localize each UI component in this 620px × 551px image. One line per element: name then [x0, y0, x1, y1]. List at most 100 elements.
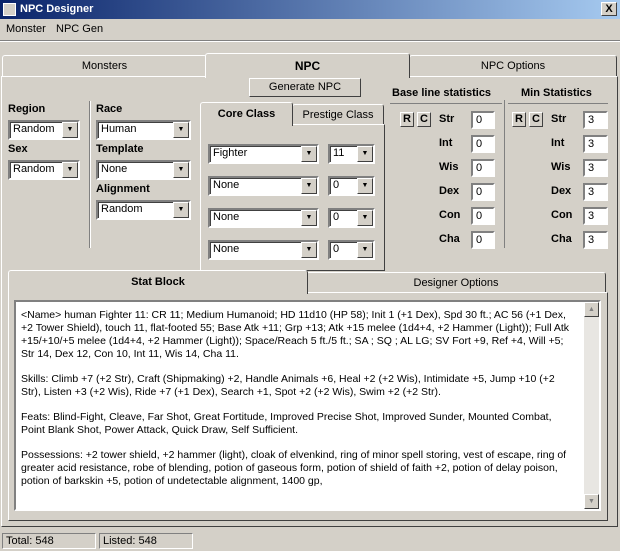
- stat-block-summary: <Name> human Fighter 11: CR 11; Medium H…: [21, 309, 570, 360]
- chevron-down-icon[interactable]: ▼: [173, 162, 189, 178]
- minstats-title: Min Statistics: [521, 87, 592, 99]
- template-value: None: [101, 163, 128, 175]
- baseline-dex-label: Dex: [439, 185, 460, 197]
- min-int-input[interactable]: 3: [583, 135, 608, 153]
- class-4-level[interactable]: 0 ▼: [328, 240, 375, 260]
- class-1-value: Fighter: [213, 147, 248, 159]
- baseline-random-button[interactable]: R: [400, 112, 414, 127]
- class-3-value: None: [213, 211, 240, 223]
- class-2-select[interactable]: None ▼: [208, 176, 319, 196]
- min-wis-input[interactable]: 3: [583, 159, 608, 177]
- menu-bar: Monster NPC Gen: [0, 19, 620, 39]
- menu-npc-gen[interactable]: NPC Gen: [56, 19, 103, 39]
- baseline-int-input[interactable]: 0: [471, 135, 495, 153]
- chevron-down-icon[interactable]: ▼: [357, 146, 373, 162]
- scroll-down-icon[interactable]: ▼: [584, 494, 599, 509]
- tab-stat-block[interactable]: Stat Block: [8, 270, 308, 294]
- divider: [504, 100, 505, 248]
- class-3-level[interactable]: 0 ▼: [328, 208, 375, 228]
- baseline-title: Base line statistics: [392, 87, 492, 99]
- close-button[interactable]: X: [601, 2, 617, 16]
- baseline-wis-input[interactable]: 0: [471, 159, 495, 177]
- class-4-value: None: [213, 243, 240, 255]
- sex-label: Sex: [8, 143, 28, 155]
- template-label: Template: [96, 143, 144, 155]
- stat-block-textarea[interactable]: <Name> human Fighter 11: CR 11; Medium H…: [14, 300, 601, 511]
- baseline-int-label: Int: [439, 137, 453, 149]
- window-title: NPC Designer: [20, 3, 94, 15]
- chevron-down-icon[interactable]: ▼: [62, 162, 78, 178]
- class-3-level-value: 0: [333, 211, 340, 223]
- title-bar: NPC Designer X: [0, 0, 620, 19]
- minstats-clear-button[interactable]: C: [529, 112, 543, 127]
- divider: [90, 101, 91, 248]
- baseline-con-label: Con: [439, 209, 461, 221]
- min-int-label: Int: [551, 137, 565, 149]
- class-1-level[interactable]: 11 ▼: [328, 144, 375, 164]
- min-con-input[interactable]: 3: [583, 207, 608, 225]
- min-con-label: Con: [551, 209, 573, 221]
- generate-npc-button[interactable]: Generate NPC: [249, 78, 361, 97]
- sex-value: Random: [13, 163, 55, 175]
- race-label: Race: [96, 103, 123, 115]
- tab-designer-options[interactable]: Designer Options: [306, 272, 606, 293]
- alignment-select[interactable]: Random ▼: [96, 200, 191, 220]
- baseline-wis-label: Wis: [439, 161, 459, 173]
- race-select[interactable]: Human ▼: [96, 120, 191, 140]
- baseline-dex-input[interactable]: 0: [471, 183, 495, 201]
- status-listed: Listed: 548: [99, 533, 193, 549]
- baseline-cha-label: Cha: [439, 233, 460, 245]
- region-label: Region: [8, 103, 46, 115]
- chevron-down-icon[interactable]: ▼: [173, 122, 189, 138]
- chevron-down-icon[interactable]: ▼: [301, 178, 317, 194]
- chevron-down-icon[interactable]: ▼: [357, 178, 373, 194]
- region-select[interactable]: Random ▼: [8, 120, 80, 140]
- stat-block-skills: Skills: Climb +7 (+2 Str), Craft (Shipma…: [21, 373, 555, 398]
- status-total: Total: 548: [2, 533, 96, 549]
- class-2-level-value: 0: [333, 179, 340, 191]
- status-bar: Total: 548 Listed: 548: [0, 533, 620, 551]
- template-select[interactable]: None ▼: [96, 160, 191, 180]
- min-str-label: Str: [551, 113, 567, 125]
- min-dex-input[interactable]: 3: [583, 183, 608, 201]
- region-value: Random: [13, 123, 55, 135]
- class-2-level[interactable]: 0 ▼: [328, 176, 375, 196]
- chevron-down-icon[interactable]: ▼: [301, 210, 317, 226]
- class-2-value: None: [213, 179, 240, 191]
- stat-block-text[interactable]: <Name> human Fighter 11: CR 11; Medium H…: [16, 302, 599, 509]
- tab-monsters[interactable]: Monsters: [2, 55, 207, 77]
- app-icon: [3, 3, 16, 16]
- minstats-random-button[interactable]: R: [512, 112, 526, 127]
- class-4-select[interactable]: None ▼: [208, 240, 319, 260]
- baseline-clear-button[interactable]: C: [417, 112, 431, 127]
- alignment-value: Random: [101, 203, 143, 215]
- tab-prestige-class[interactable]: Prestige Class: [292, 104, 384, 125]
- tab-npc-options[interactable]: NPC Options: [409, 55, 617, 77]
- chevron-down-icon[interactable]: ▼: [62, 122, 78, 138]
- min-wis-label: Wis: [551, 161, 571, 173]
- baseline-con-input[interactable]: 0: [471, 207, 495, 225]
- scroll-up-icon[interactable]: ▲: [584, 302, 599, 317]
- min-str-input[interactable]: 3: [583, 111, 608, 129]
- tab-npc[interactable]: NPC: [205, 53, 410, 78]
- stat-block-possessions: Possessions: +2 tower shield, +2 hammer …: [21, 449, 567, 487]
- min-cha-label: Cha: [551, 233, 572, 245]
- chevron-down-icon[interactable]: ▼: [301, 242, 317, 258]
- race-value: Human: [101, 123, 137, 135]
- chevron-down-icon[interactable]: ▼: [173, 202, 189, 218]
- tab-core-class[interactable]: Core Class: [200, 102, 293, 126]
- sex-select[interactable]: Random ▼: [8, 160, 80, 180]
- baseline-cha-input[interactable]: 0: [471, 231, 495, 249]
- baseline-str-label: Str: [439, 113, 455, 125]
- class-1-select[interactable]: Fighter ▼: [208, 144, 319, 164]
- chevron-down-icon[interactable]: ▼: [301, 146, 317, 162]
- vertical-scrollbar[interactable]: ▲ ▼: [584, 302, 599, 509]
- class-3-select[interactable]: None ▼: [208, 208, 319, 228]
- alignment-label: Alignment: [96, 183, 150, 195]
- menu-monster[interactable]: Monster: [6, 19, 46, 39]
- class-1-level-value: 11: [333, 147, 345, 159]
- chevron-down-icon[interactable]: ▼: [357, 242, 373, 258]
- min-cha-input[interactable]: 3: [583, 231, 608, 249]
- baseline-str-input[interactable]: 0: [471, 111, 495, 129]
- chevron-down-icon[interactable]: ▼: [357, 210, 373, 226]
